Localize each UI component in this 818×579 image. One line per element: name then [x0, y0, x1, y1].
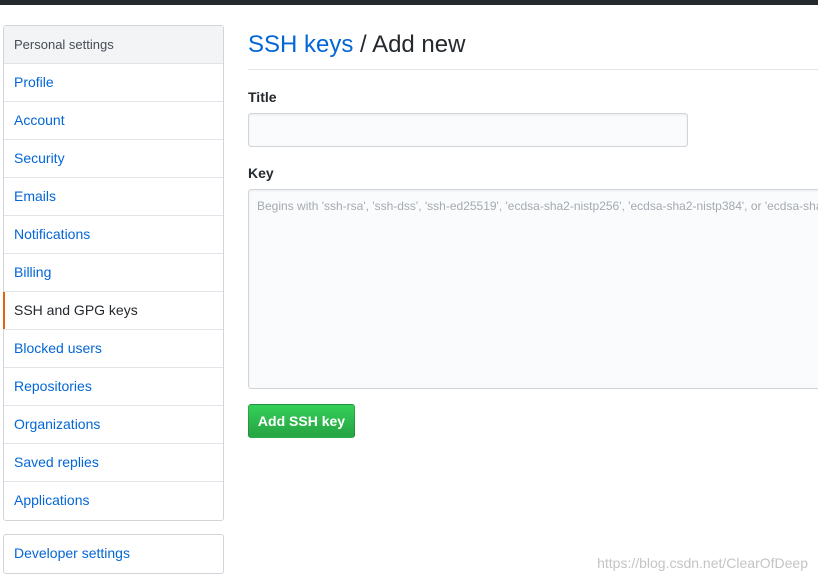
sidebar-item-billing[interactable]: Billing	[4, 254, 223, 292]
sidebar-item-account[interactable]: Account	[4, 102, 223, 140]
sidebar-item-repositories[interactable]: Repositories	[4, 368, 223, 406]
sidebar-item-organizations[interactable]: Organizations	[4, 406, 223, 444]
page-title-text: Add new	[372, 31, 466, 58]
sidebar-item-profile[interactable]: Profile	[4, 64, 223, 102]
sidebar-item-notifications[interactable]: Notifications	[4, 216, 223, 254]
menu-heading: Personal settings	[4, 26, 223, 64]
sidebar-item-emails[interactable]: Emails	[4, 178, 223, 216]
page-title: SSH keys / Add new	[248, 25, 818, 70]
title-input[interactable]	[248, 113, 688, 147]
key-label: Key	[248, 165, 274, 181]
watermark: https://blog.csdn.net/ClearOfDeep	[597, 555, 808, 571]
sidebar-item-security[interactable]: Security	[4, 140, 223, 178]
sidebar-item-developer-settings[interactable]: Developer settings	[4, 535, 223, 573]
title-label: Title	[248, 89, 277, 105]
sidebar-item-applications[interactable]: Applications	[4, 482, 223, 520]
breadcrumb-ssh-keys[interactable]: SSH keys	[248, 31, 353, 58]
personal-settings-menu: Personal settings Profile Account Securi…	[3, 25, 224, 521]
top-header-bar	[0, 0, 818, 5]
sidebar-item-blocked-users[interactable]: Blocked users	[4, 330, 223, 368]
add-ssh-key-button[interactable]: Add SSH key	[248, 404, 355, 438]
breadcrumb-separator: /	[353, 31, 373, 58]
sidebar-item-saved-replies[interactable]: Saved replies	[4, 444, 223, 482]
developer-settings-menu: Developer settings	[3, 534, 224, 574]
key-textarea[interactable]	[248, 189, 818, 389]
sidebar-item-ssh-gpg-keys[interactable]: SSH and GPG keys	[3, 292, 223, 330]
main-content: SSH keys / Add new	[248, 25, 818, 70]
